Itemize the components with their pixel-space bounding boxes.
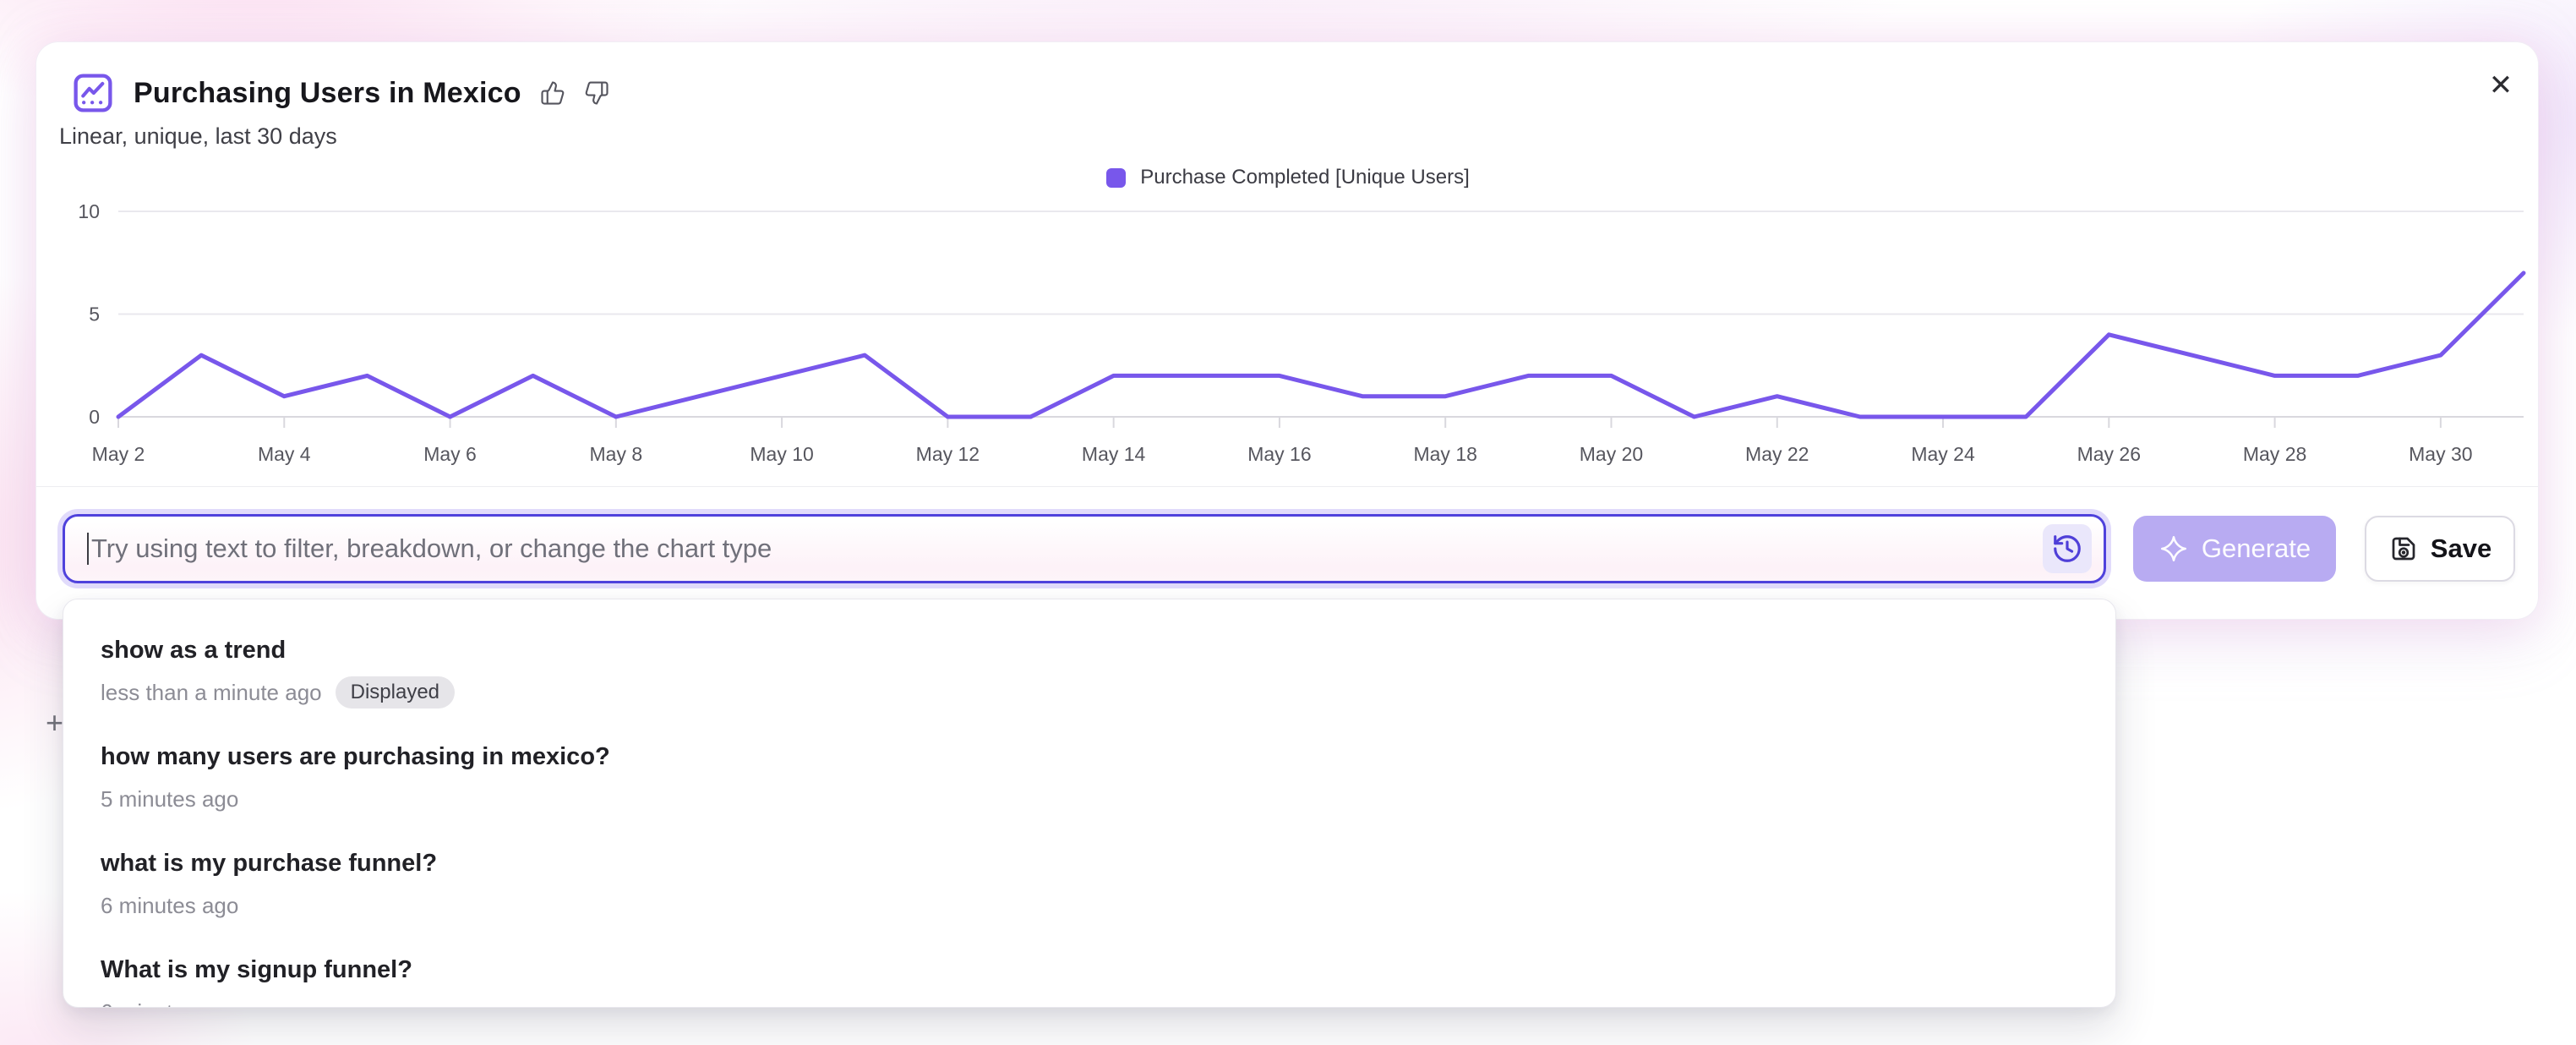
sparkle-icon: [2158, 533, 2189, 564]
chart-insight-icon: [71, 71, 115, 115]
generate-button[interactable]: Generate: [2133, 516, 2336, 582]
history-item-time: less than a minute ago: [101, 680, 322, 706]
save-icon: [2388, 533, 2419, 564]
chart-subtitle: Linear, unique, last 30 days: [59, 123, 337, 150]
legend-label: Purchase Completed [Unique Users]: [1140, 166, 1470, 189]
thumbs-up-button[interactable]: [540, 80, 565, 106]
history-item[interactable]: show as a trend less than a minute ago D…: [101, 635, 2078, 709]
card-divider: [36, 486, 2538, 487]
background-plus-glyph: +: [46, 705, 63, 741]
history-item[interactable]: what is my purchase funnel? 6 minutes ag…: [101, 848, 2078, 922]
legend-swatch: [1106, 168, 1126, 188]
history-item[interactable]: how many users are purchasing in mexico?…: [101, 741, 2078, 816]
history-icon[interactable]: [2043, 524, 2092, 573]
history-item-badge: Displayed: [336, 676, 455, 709]
ai-prompt-input[interactable]: Try using text to filter, breakdown, or …: [63, 514, 2106, 583]
page-title: Purchasing Users in Mexico: [134, 77, 521, 110]
history-item-time: 6 minutes ago: [101, 999, 238, 1009]
history-item-time: 5 minutes ago: [101, 786, 238, 812]
history-item[interactable]: What is my signup funnel? 6 minutes ago: [101, 955, 2078, 1008]
history-item-time: 6 minutes ago: [101, 893, 238, 919]
thumbs-down-button[interactable]: [584, 80, 609, 106]
history-item-title: What is my signup funnel?: [101, 955, 2078, 985]
chart-legend: Purchase Completed [Unique Users]: [0, 166, 2576, 189]
history-item-title: how many users are purchasing in mexico?: [101, 741, 2078, 772]
history-dropdown: show as a trend less than a minute ago D…: [63, 599, 2116, 1008]
prompt-placeholder: Try using text to filter, breakdown, or …: [91, 533, 2043, 564]
save-label: Save: [2431, 533, 2491, 564]
history-item-title: what is my purchase funnel?: [101, 848, 2078, 878]
save-button[interactable]: Save: [2365, 516, 2515, 582]
close-icon[interactable]: ✕: [2481, 66, 2520, 105]
history-item-title: show as a trend: [101, 635, 2078, 665]
text-caret: [87, 533, 89, 565]
generate-label: Generate: [2202, 533, 2311, 564]
